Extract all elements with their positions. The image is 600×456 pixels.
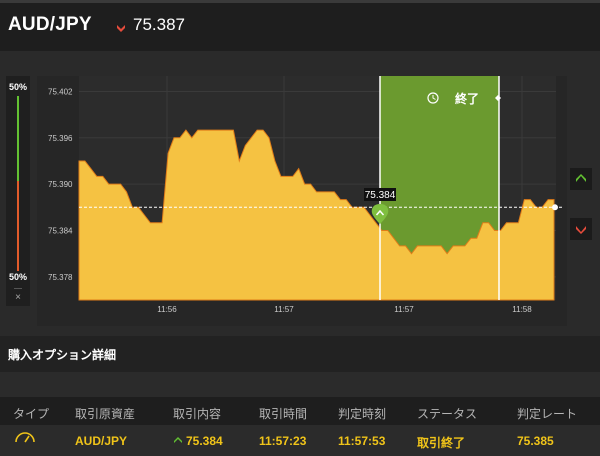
row-trade-time: 11:57:23 — [259, 434, 307, 448]
low-button[interactable] — [570, 218, 592, 240]
col-judge-time: 判定時刻 — [338, 407, 387, 421]
high-arrow-icon — [576, 174, 586, 182]
high-button[interactable] — [570, 168, 592, 190]
speedometer-icon — [15, 432, 35, 443]
countdown-label: 終了 — [455, 91, 479, 106]
y-tick-label: 75.390 — [48, 180, 73, 189]
x-tick-label: 11:58 — [512, 305, 532, 314]
col-judge-rate: 判定レート — [517, 407, 578, 421]
gauge-top-percent: 50% — [8, 82, 27, 92]
row-judge-time: 11:57:53 — [338, 434, 386, 448]
y-tick-label: 75.378 — [48, 273, 73, 282]
purchase-rate-label: 75.384 — [365, 190, 396, 201]
gauge-close-icon[interactable]: × — [6, 292, 30, 303]
current-price-dot — [552, 204, 558, 211]
price-chart: 75.402 75.396 75.390 75.384 75.378 11:56 11:5… — [37, 76, 567, 326]
x-tick-label: 11:57 — [394, 305, 414, 314]
row-judge-rate: 75.385 — [517, 434, 554, 448]
current-rate: 75.387 — [133, 15, 185, 34]
down-arrow-icon — [117, 25, 125, 32]
col-status: ステータス — [417, 407, 478, 421]
up-arrow-icon — [174, 437, 182, 443]
col-type: タイプ — [13, 407, 50, 421]
y-tick-label: 75.402 — [48, 87, 73, 96]
y-tick-label: 75.396 — [48, 134, 73, 143]
details-title: 購入オプション詳細 — [8, 348, 117, 362]
row-content: 75.384 — [186, 434, 223, 448]
col-asset: 取引原資産 — [75, 407, 136, 421]
y-tick-label: 75.384 — [48, 226, 73, 235]
col-trade-time: 取引時間 — [259, 407, 308, 421]
gauge-bottom-percent: 50% — [8, 272, 27, 282]
row-asset: AUD/JPY — [75, 434, 128, 448]
currency-pair-title: AUD/JPY — [8, 14, 92, 35]
low-arrow-icon — [576, 226, 586, 234]
gauge-divider — [14, 288, 22, 289]
row-status: 取引終了 — [417, 436, 466, 450]
sentiment-gauge: 50% 50% × — [6, 76, 30, 306]
x-tick-label: 11:57 — [274, 305, 294, 314]
gauge-low-bar — [17, 181, 19, 271]
col-content: 取引内容 — [173, 407, 222, 421]
x-tick-label: 11:56 — [157, 305, 177, 314]
